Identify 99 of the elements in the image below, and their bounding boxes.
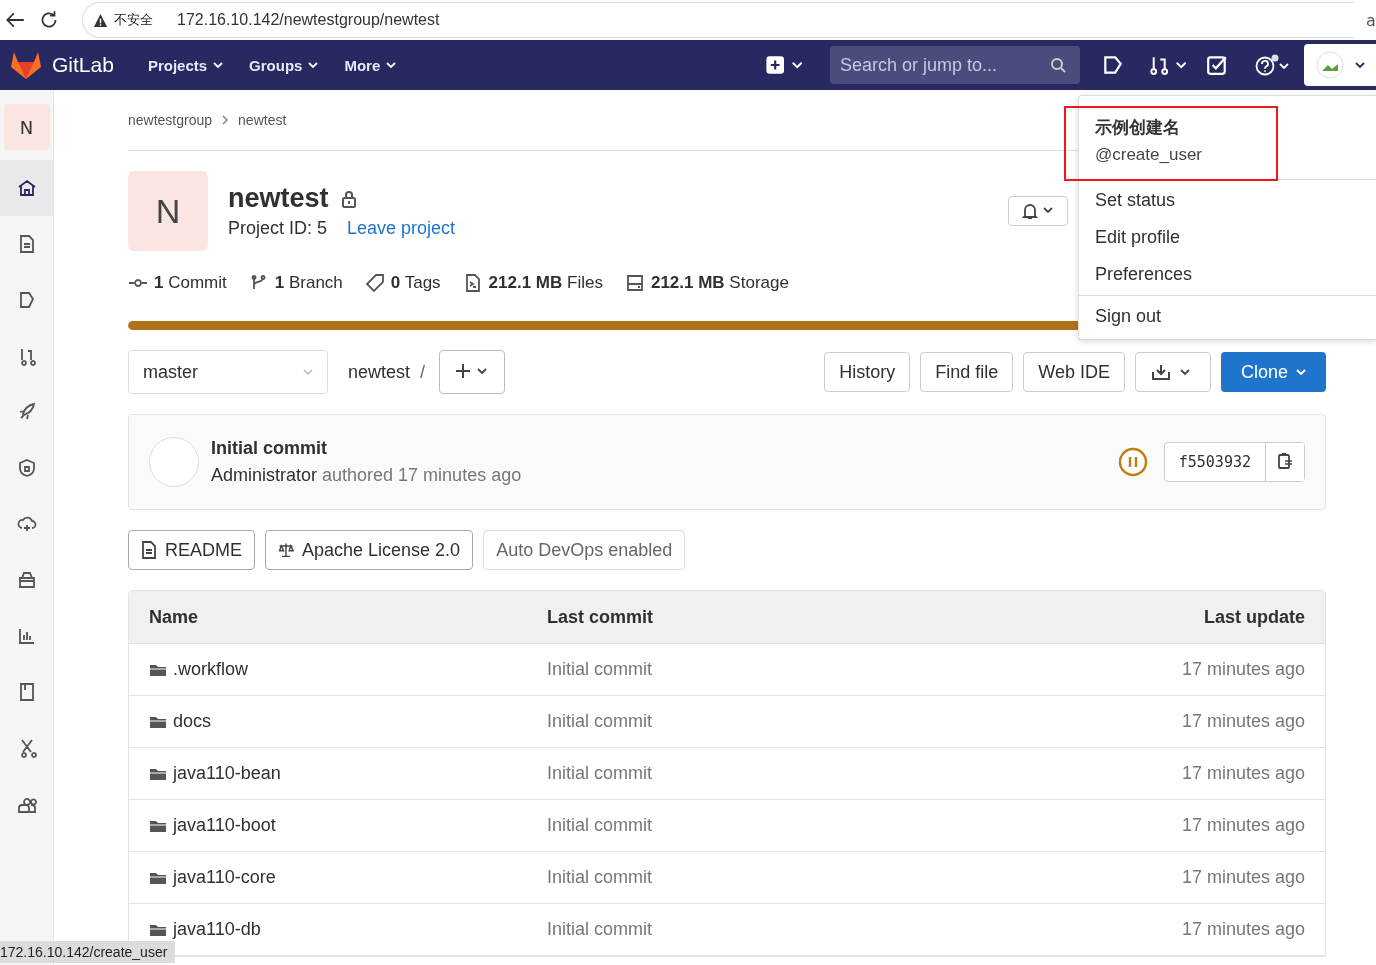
commit-link[interactable]: Initial commit — [547, 867, 653, 887]
stat-text[interactable]: 1 Branch — [274, 273, 343, 293]
column-header: Name — [149, 606, 200, 628]
merge-request-icon[interactable] — [1148, 54, 1188, 76]
update-time: 17 minutes ago — [1181, 763, 1305, 783]
commit-title[interactable]: Initial commit — [211, 438, 522, 459]
fox-logo-icon[interactable] — [10, 50, 42, 80]
search-icon — [1050, 57, 1066, 73]
clipboard-icon — [1277, 451, 1293, 470]
commit-link[interactable]: Initial commit — [547, 763, 653, 783]
update-time: 17 minutes ago — [1181, 919, 1305, 939]
folder-icon — [149, 662, 167, 677]
user-avatar-button[interactable] — [1304, 44, 1376, 86]
plus-square-icon[interactable] — [764, 54, 804, 76]
stat-text[interactable]: 212.1 MB Files — [488, 273, 603, 293]
commit-link[interactable]: Initial commit — [547, 711, 653, 731]
caret-icon — [386, 62, 397, 68]
storage-icon — [624, 273, 645, 293]
lock-icon — [340, 189, 357, 208]
clone-button[interactable]: Clone — [1220, 352, 1326, 392]
folder-icon — [149, 766, 167, 781]
notification-button[interactable] — [1008, 196, 1068, 226]
caret-icon — [303, 369, 313, 375]
project-name: newtest — [228, 183, 329, 214]
nav-menu[interactable]: Projects — [141, 52, 230, 78]
stat-text[interactable]: 1 Commit — [154, 273, 227, 293]
folder-link[interactable]: java110-bean — [173, 763, 281, 784]
caret-icon — [1296, 369, 1306, 375]
repo-path[interactable]: newtest — [348, 361, 411, 383]
project-badge[interactable]: Apache License 2.0 — [265, 530, 474, 570]
menu-item[interactable]: Preferences — [1079, 256, 1376, 293]
profile-initial: a — [1366, 10, 1376, 30]
nav-menu[interactable]: Groups — [243, 52, 325, 78]
menu-item[interactable]: Sign out — [1079, 298, 1376, 335]
nav-menu[interactable]: More — [338, 52, 403, 78]
chart-icon — [16, 626, 37, 646]
update-time: 17 minutes ago — [1181, 659, 1305, 679]
package-icon — [16, 570, 37, 590]
folder-link[interactable]: docs — [173, 711, 212, 732]
commit-link[interactable]: Initial commit — [547, 919, 653, 939]
avatar-circle — [149, 437, 199, 487]
project-badge[interactable]: README — [128, 530, 255, 570]
repo-button[interactable]: Find file — [920, 352, 1014, 392]
stat-text[interactable]: 0 Tags — [390, 273, 441, 293]
username[interactable]: @create_user — [1095, 145, 1361, 165]
update-time: 17 minutes ago — [1181, 815, 1305, 835]
add-dropdown-button[interactable] — [439, 350, 506, 394]
cloud-icon — [16, 514, 37, 534]
folder-link[interactable]: java110-core — [173, 867, 276, 888]
search-field[interactable]: Search or jump to... — [830, 46, 1080, 84]
breadcrumb-link[interactable]: newtest — [238, 112, 287, 128]
repo-button[interactable]: History — [824, 352, 911, 392]
plus-icon — [455, 361, 490, 380]
column-header: Last commit — [547, 606, 655, 628]
project-avatar: N — [128, 171, 208, 251]
update-time: 17 minutes ago — [1181, 711, 1305, 731]
project-id: Project ID: 5 — [228, 218, 328, 239]
document-icon — [141, 541, 157, 559]
breadcrumb-link[interactable]: newtestgroup — [128, 112, 213, 128]
sidebar-item[interactable] — [0, 160, 53, 216]
project-avatar[interactable]: N — [3, 104, 50, 150]
broken-image-avatar-icon — [1315, 51, 1344, 79]
leave-project-link[interactable]: Leave project — [347, 218, 456, 239]
folder-link[interactable]: java110-db — [173, 919, 261, 940]
tag-icon — [364, 273, 385, 293]
caret-icon — [308, 62, 319, 68]
caret-icon — [213, 62, 224, 68]
brand-name[interactable]: GitLab — [52, 53, 114, 77]
folder-link[interactable]: java110-boot — [173, 815, 276, 836]
todo-check-icon[interactable] — [1206, 54, 1228, 76]
commit-link[interactable]: Initial commit — [547, 815, 653, 835]
folder-icon — [149, 714, 167, 729]
column-header: Last update — [1203, 606, 1305, 628]
folder-link[interactable]: .workflow — [173, 659, 248, 680]
chevron-right-icon — [222, 115, 229, 125]
stat-text[interactable]: 212.1 MB Storage — [650, 273, 789, 293]
branch-dropdown[interactable]: master — [128, 350, 328, 394]
download-dropdown-button[interactable] — [1134, 352, 1211, 392]
user-display-name[interactable]: 示例创建名 — [1095, 116, 1361, 139]
shield-icon — [16, 458, 37, 478]
folder-icon — [149, 922, 167, 937]
home-icon — [16, 178, 37, 198]
warning-icon — [93, 12, 108, 28]
commit-link[interactable]: Initial commit — [547, 659, 653, 679]
commit-meta: Administrator authored 17 minutes ago — [211, 465, 522, 486]
pipeline-paused-icon[interactable] — [1117, 447, 1148, 477]
menu-item[interactable]: Edit profile — [1079, 219, 1376, 256]
update-time: 17 minutes ago — [1181, 867, 1305, 887]
caret-icon — [1354, 62, 1365, 68]
status-url: 172.16.10.142/create_user — [0, 941, 176, 963]
folder-icon — [149, 870, 167, 885]
bell-icon — [1021, 202, 1055, 220]
repo-button[interactable]: Web IDE — [1023, 352, 1125, 392]
path-separator: / — [420, 361, 426, 383]
scale-icon — [278, 541, 294, 559]
menu-item[interactable]: Set status — [1079, 182, 1376, 219]
folder-icon — [149, 818, 167, 833]
issues-icon[interactable] — [1102, 54, 1124, 76]
project-badge[interactable]: Auto DevOps enabled — [483, 530, 686, 570]
